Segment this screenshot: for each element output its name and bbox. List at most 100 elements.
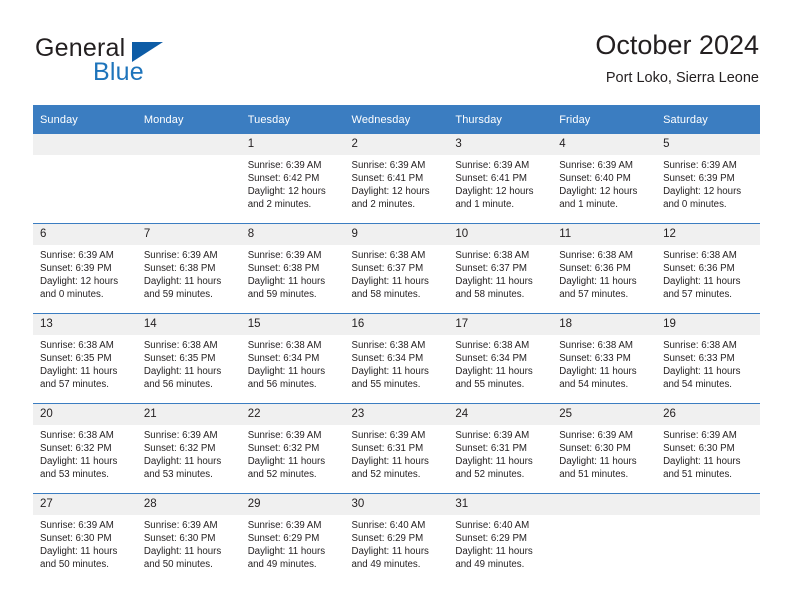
calendar-day-cell[interactable]: 14 Sunrise: 6:38 AM Sunset: 6:35 PM Dayligh… xyxy=(136,313,241,404)
sunrise-text: Sunrise: 6:39 AM xyxy=(663,430,737,441)
sunset-text: Sunset: 6:31 PM xyxy=(455,443,527,455)
daylight-text-line1: Daylight: 11 hours xyxy=(247,456,326,468)
daylight-text-line2: and 49 minutes. xyxy=(351,559,421,571)
calendar-day-cell[interactable]: 25 Sunrise: 6:39 AM Sunset: 6:30 PM Dayligh… xyxy=(552,403,657,494)
daylight-text-line1: Daylight: 11 hours xyxy=(663,456,741,468)
day-details: Sunrise: 6:39 AM Sunset: 6:41 PM Daylight:… xyxy=(448,155,552,211)
day-number: 1 xyxy=(240,134,345,155)
day-number: 17 xyxy=(448,314,553,335)
daylight-text-line2: and 51 minutes. xyxy=(559,469,629,481)
sunset-text: Sunset: 6:35 PM xyxy=(40,353,112,365)
calendar-day-cell[interactable]: 24 Sunrise: 6:39 AM Sunset: 6:31 PM Dayligh… xyxy=(448,403,553,494)
day-details: Sunrise: 6:39 AM Sunset: 6:30 PM Daylight:… xyxy=(137,515,241,571)
calendar-day-cell[interactable]: 31 Sunrise: 6:40 AM Sunset: 6:29 PM Dayligh… xyxy=(448,493,553,583)
day-details: Sunrise: 6:38 AM Sunset: 6:34 PM Daylight:… xyxy=(448,335,552,391)
day-number xyxy=(552,494,657,515)
calendar-day-cell-empty xyxy=(656,493,760,583)
calendar-day-cell[interactable]: 9 Sunrise: 6:38 AM Sunset: 6:37 PM Daylight… xyxy=(344,223,449,314)
calendar-day-cell[interactable]: 16 Sunrise: 6:38 AM Sunset: 6:34 PM Dayligh… xyxy=(344,313,449,404)
calendar-day-cell[interactable]: 4 Sunrise: 6:39 AM Sunset: 6:40 PM Daylight… xyxy=(552,134,657,224)
calendar-day-cell[interactable]: 8 Sunrise: 6:39 AM Sunset: 6:38 PM Daylight… xyxy=(240,223,345,314)
daylight-text-line2: and 50 minutes. xyxy=(40,559,109,571)
day-number: 30 xyxy=(344,494,449,515)
calendar-day-cell[interactable]: 11 Sunrise: 6:38 AM Sunset: 6:36 PM Dayligh… xyxy=(552,223,657,314)
daylight-text-line1: Daylight: 11 hours xyxy=(143,276,222,288)
daylight-text-line1: Daylight: 11 hours xyxy=(247,546,326,558)
sunset-text: Sunset: 6:32 PM xyxy=(247,443,320,455)
calendar-body: 1 Sunrise: 6:39 AM Sunset: 6:42 PM Daylight… xyxy=(33,134,760,583)
day-details: Sunrise: 6:39 AM Sunset: 6:39 PM Daylight:… xyxy=(33,245,137,301)
day-details: Sunrise: 6:38 AM Sunset: 6:35 PM Daylight:… xyxy=(33,335,137,391)
sunrise-text: Sunrise: 6:39 AM xyxy=(455,160,530,171)
daylight-text-line1: Daylight: 11 hours xyxy=(247,276,326,288)
weekday-header-wednesday: Wednesday xyxy=(344,105,449,134)
calendar-day-cell[interactable]: 18 Sunrise: 6:38 AM Sunset: 6:33 PM Dayligh… xyxy=(552,313,657,404)
calendar-day-cell[interactable]: 17 Sunrise: 6:38 AM Sunset: 6:34 PM Dayligh… xyxy=(448,313,553,404)
calendar-day-cell[interactable]: 27 Sunrise: 6:39 AM Sunset: 6:30 PM Dayligh… xyxy=(33,493,137,583)
daylight-text-line1: Daylight: 12 hours xyxy=(455,186,534,198)
day-details: Sunrise: 6:39 AM Sunset: 6:39 PM Daylight:… xyxy=(656,155,760,211)
sunrise-text: Sunrise: 6:39 AM xyxy=(40,520,114,531)
calendar-day-cell[interactable]: 26 Sunrise: 6:39 AM Sunset: 6:30 PM Dayligh… xyxy=(656,403,760,494)
calendar-week-row: 20 Sunrise: 6:38 AM Sunset: 6:32 PM Dayligh… xyxy=(33,403,760,494)
day-details: Sunrise: 6:38 AM Sunset: 6:35 PM Daylight:… xyxy=(137,335,241,391)
sunset-text: Sunset: 6:32 PM xyxy=(40,443,112,455)
calendar-day-cell[interactable]: 22 Sunrise: 6:39 AM Sunset: 6:32 PM Dayligh… xyxy=(240,403,345,494)
day-number xyxy=(33,134,137,155)
calendar-grid: Sunday Monday Tuesday Wednesday Thursday… xyxy=(33,105,760,583)
calendar-day-cell[interactable]: 19 Sunrise: 6:38 AM Sunset: 6:33 PM Dayligh… xyxy=(656,313,760,404)
calendar-day-cell[interactable]: 13 Sunrise: 6:38 AM Sunset: 6:35 PM Dayligh… xyxy=(33,313,137,404)
daylight-text-line1: Daylight: 11 hours xyxy=(559,366,637,378)
calendar-day-cell[interactable]: 20 Sunrise: 6:38 AM Sunset: 6:32 PM Dayligh… xyxy=(33,403,137,494)
daylight-text-line1: Daylight: 11 hours xyxy=(455,546,533,558)
daylight-text-line1: Daylight: 11 hours xyxy=(40,366,118,378)
daylight-text-line1: Daylight: 11 hours xyxy=(40,546,118,558)
sunrise-text: Sunrise: 6:39 AM xyxy=(663,160,737,171)
daylight-text-line2: and 57 minutes. xyxy=(663,289,732,301)
daylight-text-line2: and 0 minutes. xyxy=(663,199,727,211)
day-number: 13 xyxy=(33,314,137,335)
sunrise-text: Sunrise: 6:38 AM xyxy=(351,340,426,351)
sunrise-text: Sunrise: 6:39 AM xyxy=(143,520,218,531)
daylight-text-line2: and 1 minute. xyxy=(559,199,618,211)
day-number: 12 xyxy=(656,224,760,245)
daylight-text-line2: and 53 minutes. xyxy=(40,469,109,481)
sunrise-text: Sunrise: 6:39 AM xyxy=(455,430,530,441)
calendar-day-cell[interactable]: 3 Sunrise: 6:39 AM Sunset: 6:41 PM Daylight… xyxy=(448,134,553,224)
calendar-day-cell-empty xyxy=(33,134,137,224)
calendar-day-cell[interactable]: 29 Sunrise: 6:39 AM Sunset: 6:29 PM Dayligh… xyxy=(240,493,345,583)
calendar-day-cell[interactable]: 12 Sunrise: 6:38 AM Sunset: 6:36 PM Dayligh… xyxy=(656,223,760,314)
calendar-day-cell[interactable]: 5 Sunrise: 6:39 AM Sunset: 6:39 PM Daylight… xyxy=(656,134,760,224)
general-blue-logo[interactable]: General Blue xyxy=(33,28,253,90)
calendar-day-cell[interactable]: 10 Sunrise: 6:38 AM Sunset: 6:37 PM Dayligh… xyxy=(448,223,553,314)
calendar-day-cell[interactable]: 2 Sunrise: 6:39 AM Sunset: 6:41 PM Daylight… xyxy=(344,134,449,224)
calendar-day-cell[interactable]: 15 Sunrise: 6:38 AM Sunset: 6:34 PM Dayligh… xyxy=(240,313,345,404)
day-details: Sunrise: 6:39 AM Sunset: 6:30 PM Daylight:… xyxy=(552,425,656,481)
day-number: 28 xyxy=(136,494,241,515)
daylight-text-line2: and 54 minutes. xyxy=(559,379,629,391)
day-number: 3 xyxy=(448,134,553,155)
page-title: October 2024 xyxy=(595,30,759,60)
sunrise-text: Sunrise: 6:38 AM xyxy=(455,340,530,351)
sunset-text: Sunset: 6:38 PM xyxy=(247,263,320,275)
day-number: 26 xyxy=(656,404,760,425)
day-number: 19 xyxy=(656,314,760,335)
day-number: 16 xyxy=(344,314,449,335)
calendar-day-cell[interactable]: 23 Sunrise: 6:39 AM Sunset: 6:31 PM Dayligh… xyxy=(344,403,449,494)
sunrise-text: Sunrise: 6:38 AM xyxy=(40,340,114,351)
day-details: Sunrise: 6:38 AM Sunset: 6:33 PM Daylight:… xyxy=(656,335,760,391)
daylight-text-line2: and 0 minutes. xyxy=(40,289,104,301)
calendar-day-cell[interactable]: 6 Sunrise: 6:39 AM Sunset: 6:39 PM Daylight… xyxy=(33,223,137,314)
calendar-day-cell[interactable]: 1 Sunrise: 6:39 AM Sunset: 6:42 PM Daylight… xyxy=(240,134,345,224)
calendar-day-cell[interactable]: 30 Sunrise: 6:40 AM Sunset: 6:29 PM Dayligh… xyxy=(344,493,449,583)
calendar-day-cell[interactable]: 28 Sunrise: 6:39 AM Sunset: 6:30 PM Dayligh… xyxy=(136,493,241,583)
day-details: Sunrise: 6:39 AM Sunset: 6:40 PM Daylight:… xyxy=(552,155,656,211)
calendar-day-cell[interactable]: 21 Sunrise: 6:39 AM Sunset: 6:32 PM Dayligh… xyxy=(136,403,241,494)
sunset-text: Sunset: 6:33 PM xyxy=(663,353,735,365)
sunrise-text: Sunrise: 6:38 AM xyxy=(40,430,114,441)
sunrise-text: Sunrise: 6:38 AM xyxy=(559,340,633,351)
sunset-text: Sunset: 6:40 PM xyxy=(559,173,631,185)
calendar-day-cell[interactable]: 7 Sunrise: 6:39 AM Sunset: 6:38 PM Daylight… xyxy=(136,223,241,314)
weekday-header-saturday: Saturday xyxy=(656,105,760,134)
day-number: 21 xyxy=(136,404,241,425)
